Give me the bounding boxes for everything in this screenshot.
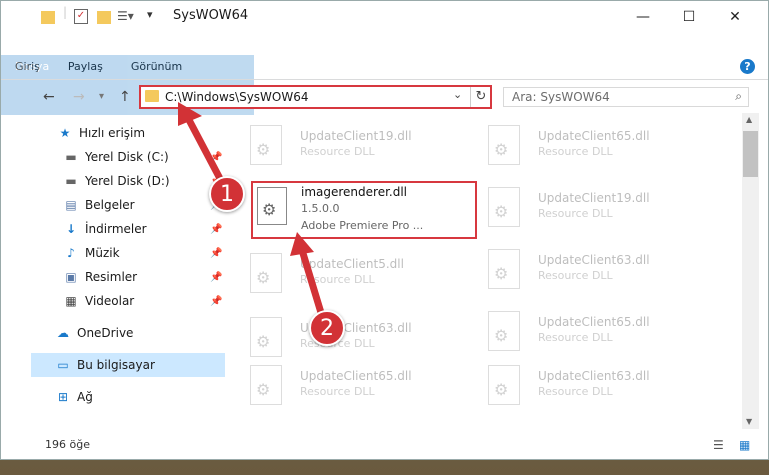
annotation-arrows — [178, 102, 326, 318]
arrow-2-head — [290, 232, 314, 256]
arrow-2-line — [298, 248, 326, 318]
step-badge-2: 2 — [309, 310, 345, 346]
step-badge-1: 1 — [209, 176, 245, 212]
